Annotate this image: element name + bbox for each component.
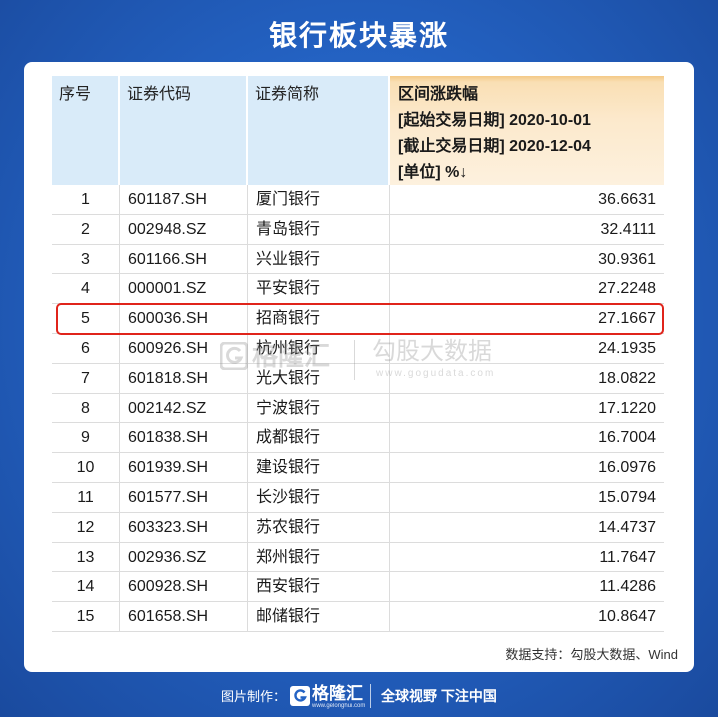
table-cell-value: 15.0794 xyxy=(598,488,656,506)
table-row: 1 601187.SH 厦门银行 36.6631 xyxy=(52,185,664,215)
table-row: 14 600928.SH 西安银行 11.4286 xyxy=(52,572,664,603)
table-cell-name: 青岛银行 xyxy=(248,214,390,244)
table-cell-rank: 14 xyxy=(52,572,120,602)
table-cell-name: 杭州银行 xyxy=(248,333,390,363)
table-cell-rank: 5 xyxy=(52,304,120,333)
table-cell-name: 长沙银行 xyxy=(248,482,390,512)
table-cell-name: 苏农银行 xyxy=(248,512,390,542)
footer-slogan: 全球视野 下注中国 xyxy=(381,688,497,704)
header-value: 区间涨跌幅 [起始交易日期] 2020-10-01 [截止交易日期] 2020-… xyxy=(390,76,664,185)
table-cell-rank: 12 xyxy=(52,512,120,542)
table-cell-code: 600928.SH xyxy=(120,572,248,602)
table-cell-name: 光大银行 xyxy=(248,363,390,393)
table-row: 7 601818.SH 光大银行 18.0822 xyxy=(52,363,664,394)
table-row: 10 601939.SH 建设银行 16.0976 xyxy=(52,453,664,483)
table-cell-value: 10.8647 xyxy=(598,608,656,626)
table-cell-code: 600036.SH xyxy=(120,304,248,333)
table-cell-name: 邮储银行 xyxy=(248,602,390,631)
table-cell-name: 成都银行 xyxy=(248,423,390,453)
table-cell-code: 601187.SH xyxy=(120,185,248,214)
table-cell-value: 17.1220 xyxy=(598,399,656,417)
table-cell-value: 30.9361 xyxy=(598,250,656,268)
footer-brand-url: www.gelonghui.com xyxy=(312,703,366,709)
table-cell-rank: 6 xyxy=(52,333,120,363)
table-row: 3 601166.SH 兴业银行 30.9361 xyxy=(52,244,664,275)
header-value-start-date: [起始交易日期] 2020-10-01 xyxy=(398,112,591,129)
table-cell-name: 建设银行 xyxy=(248,453,390,482)
table-header: 序号 证券代码 证券简称 区间涨跌幅 [起始交易日期] 2020-10-01 [… xyxy=(52,76,664,185)
table-cell-code: 603323.SH xyxy=(120,512,248,542)
page-title: 银行板块暴涨 xyxy=(268,20,449,51)
table-cell-rank: 2 xyxy=(52,214,120,244)
table-cell-rank: 8 xyxy=(52,393,120,423)
header-code: 证券代码 xyxy=(120,76,248,185)
footer-divider xyxy=(370,684,371,708)
data-source: 数据支持：勾股大数据、Wind xyxy=(505,647,678,662)
footer-brand: 格隆汇 xyxy=(312,684,363,703)
table-body: 1 601187.SH 厦门银行 36.6631 2 002948.SZ 青岛银行 32.41… xyxy=(52,185,664,632)
table-cell-value: 24.1935 xyxy=(598,339,656,357)
table-cell-name: 西安银行 xyxy=(248,572,390,602)
table-cell-name: 厦门银行 xyxy=(248,185,390,214)
table-cell-value: 27.1667 xyxy=(598,310,656,328)
table-card: 序号 证券代码 证券简称 区间涨跌幅 [起始交易日期] 2020-10-01 [… xyxy=(24,62,694,672)
table-cell-code: 002142.SZ xyxy=(120,393,248,423)
header-value-end-date: [截止交易日期] 2020-12-04 xyxy=(398,138,591,155)
table-cell-value: 27.2248 xyxy=(598,280,656,298)
table-row: 11 601577.SH 长沙银行 15.0794 xyxy=(52,482,664,513)
data-table: 序号 证券代码 证券简称 区间涨跌幅 [起始交易日期] 2020-10-01 [… xyxy=(52,76,664,632)
table-row: 4 000001.SZ 平安银行 27.2248 xyxy=(52,274,664,305)
table-cell-code: 600926.SH xyxy=(120,333,248,363)
table-row: 6 600926.SH 杭州银行 24.1935 xyxy=(52,333,664,364)
header-value-unit: [单位] %↓ xyxy=(398,164,468,181)
table-cell-rank: 13 xyxy=(52,542,120,572)
table-cell-value: 36.6631 xyxy=(598,191,656,208)
table-cell-code: 601577.SH xyxy=(120,482,248,512)
table-row: 8 002142.SZ 宁波银行 17.1220 xyxy=(52,393,664,424)
table-row: 15 601658.SH 邮储银行 10.8647 xyxy=(52,602,664,632)
table-cell-rank: 10 xyxy=(52,453,120,482)
table-cell-name: 宁波银行 xyxy=(248,393,390,423)
header-name: 证券简称 xyxy=(248,76,390,185)
table-row: 13 002936.SZ 郑州银行 11.7647 xyxy=(52,542,664,573)
table-cell-code: 002936.SZ xyxy=(120,542,248,572)
table-cell-code: 601166.SH xyxy=(120,244,248,274)
table-cell-rank: 3 xyxy=(52,244,120,274)
gelonghui-logo-icon xyxy=(290,686,310,706)
table-cell-name: 郑州银行 xyxy=(248,542,390,572)
table-cell-value: 11.4286 xyxy=(599,578,656,596)
table-cell-value: 16.0976 xyxy=(598,459,656,477)
table-cell-name: 招商银行 xyxy=(248,304,390,333)
table-cell-name: 平安银行 xyxy=(248,274,390,304)
footer: 图片制作： 格隆汇 www.gelonghui.com 全球视野 下注中国 xyxy=(0,682,718,712)
header-value-title: 区间涨跌幅 xyxy=(398,86,479,103)
footer-label: 图片制作： xyxy=(221,689,287,704)
table-cell-rank: 9 xyxy=(52,423,120,453)
table-cell-rank: 4 xyxy=(52,274,120,304)
table-cell-value: 16.7004 xyxy=(598,429,656,447)
table-cell-code: 601818.SH xyxy=(120,363,248,393)
table-row: 5 600036.SH 招商银行 27.1667 xyxy=(52,304,664,334)
table-cell-rank: 11 xyxy=(52,482,120,512)
table-cell-value: 11.7647 xyxy=(599,548,656,566)
table-row: 12 603323.SH 苏农银行 14.4737 xyxy=(52,512,664,543)
table-cell-value: 32.4111 xyxy=(600,220,656,238)
table-cell-code: 601658.SH xyxy=(120,602,248,631)
table-cell-name: 兴业银行 xyxy=(248,244,390,274)
table-cell-value: 18.0822 xyxy=(598,369,656,387)
table-row: 2 002948.SZ 青岛银行 32.4111 xyxy=(52,214,664,245)
table-cell-rank: 1 xyxy=(52,185,120,214)
table-cell-value: 14.4737 xyxy=(598,518,656,536)
table-cell-rank: 7 xyxy=(52,363,120,393)
table-cell-code: 601838.SH xyxy=(120,423,248,453)
table-cell-code: 000001.SZ xyxy=(120,274,248,304)
table-row: 9 601838.SH 成都银行 16.7004 xyxy=(52,423,664,454)
header-rank: 序号 xyxy=(52,76,120,185)
table-cell-rank: 15 xyxy=(52,602,120,631)
table-cell-code: 002948.SZ xyxy=(120,214,248,244)
table-cell-code: 601939.SH xyxy=(120,453,248,482)
